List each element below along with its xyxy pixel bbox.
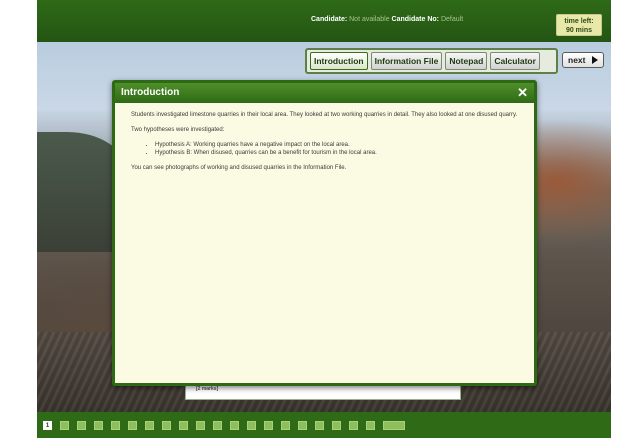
candidate-info: Candidate: Not available Candidate No: D…	[311, 16, 463, 23]
page-button[interactable]	[230, 420, 239, 430]
candidate-value: Not available	[349, 16, 390, 23]
time-left-value: 90 mins	[565, 27, 593, 34]
intro-paragraph: Students investigated limestone quarries…	[131, 112, 518, 118]
dialog-title: Introduction	[121, 87, 180, 98]
page-button[interactable]	[349, 420, 358, 430]
hypotheses-intro: Two hypotheses were investigated:	[131, 127, 225, 133]
page-button[interactable]	[196, 420, 205, 430]
page-button[interactable]	[315, 420, 324, 430]
play-arrow-icon	[592, 56, 598, 64]
next-button[interactable]: next	[562, 52, 604, 68]
page-button[interactable]	[145, 420, 154, 430]
page-button[interactable]	[94, 420, 103, 430]
introduction-dialog: Introduction ✕ Students investigated lim…	[112, 80, 537, 386]
close-icon[interactable]: ✕	[517, 83, 528, 103]
page-button[interactable]	[298, 420, 307, 430]
page-button-current[interactable]: 1	[43, 420, 52, 430]
hypothesis-a: Hypothesis A: Working quarries have a ne…	[155, 141, 518, 149]
time-left-label: time left:	[564, 18, 594, 25]
top-bar: Candidate: Not available Candidate No: D…	[37, 0, 611, 42]
page-navigation: 1	[37, 412, 611, 438]
time-left-panel: time left: 90 mins	[556, 14, 602, 36]
candidate-no-label: Candidate No:	[391, 16, 439, 23]
notepad-button[interactable]: Notepad	[445, 52, 488, 70]
calculator-button[interactable]: Calculator	[490, 52, 540, 70]
information-file-button[interactable]: Information File	[370, 52, 443, 70]
page-button[interactable]	[60, 420, 69, 430]
page-button[interactable]	[213, 420, 222, 430]
page-button[interactable]	[111, 420, 120, 430]
page-button[interactable]	[281, 420, 290, 430]
candidate-no-value: Default	[440, 16, 464, 23]
dialog-title-bar: Introduction ✕	[115, 83, 534, 103]
hypothesis-b: Hypothesis B: When disused, quarries can…	[155, 149, 518, 157]
page-button[interactable]	[247, 420, 256, 430]
page-button[interactable]	[77, 420, 86, 430]
page-button[interactable]	[128, 420, 137, 430]
introduction-button[interactable]: Introduction	[310, 52, 368, 70]
page-button[interactable]	[162, 420, 171, 430]
page-button[interactable]	[264, 420, 273, 430]
marks-label: [2 marks]	[196, 386, 219, 392]
page-button[interactable]	[179, 420, 188, 430]
next-label: next	[568, 55, 586, 65]
page-button-wide[interactable]	[383, 420, 405, 430]
page-button[interactable]	[366, 420, 375, 430]
app-frame: Candidate: Not available Candidate No: D…	[37, 0, 611, 438]
dialog-body: Students investigated limestone quarries…	[115, 103, 534, 172]
information-file-note: You can see photographs of working and d…	[131, 165, 347, 171]
page-button[interactable]	[332, 420, 341, 430]
candidate-label: Candidate:	[311, 16, 348, 23]
hypotheses-list: Hypothesis A: Working quarries have a ne…	[155, 141, 518, 157]
toolbar: Introduction Information File Notepad Ca…	[305, 48, 558, 74]
